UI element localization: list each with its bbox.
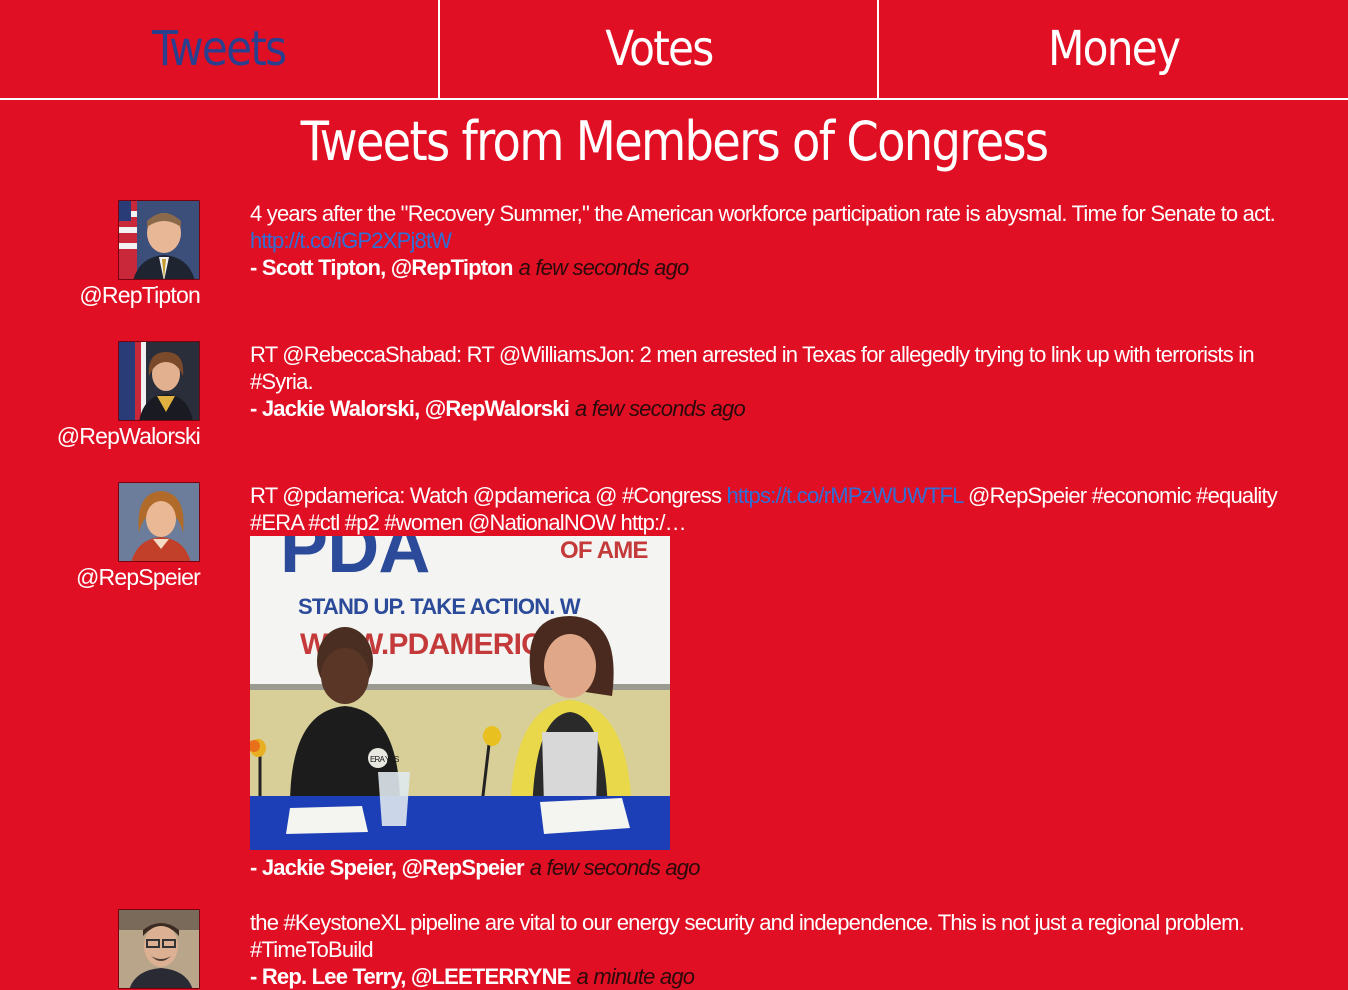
page-title: Tweets from Members of Congress xyxy=(300,110,1049,173)
tweet-timestamp: a few seconds ago xyxy=(518,255,690,280)
tweet-text: RT @RebeccaShabad: RT @WilliamsJon: 2 me… xyxy=(250,342,1255,394)
author-handle[interactable]: @RepTipton xyxy=(79,282,200,309)
banner-logo-text: PDA xyxy=(280,536,430,588)
tweet-timestamp: a few seconds ago xyxy=(529,855,701,880)
author-handle[interactable]: @RepSpeier xyxy=(76,564,201,591)
avatar-image xyxy=(119,910,199,988)
tab-tweets[interactable]: Tweets xyxy=(152,0,287,98)
avatar-image xyxy=(119,483,199,561)
tweet-byline: - Jackie Walorski, @RepWalorski a few sec… xyxy=(250,395,1320,422)
tab-money-wrapper[interactable]: Money xyxy=(879,0,1348,98)
top-nav: Tweets Votes Money xyxy=(0,0,1348,100)
avatar-image xyxy=(119,201,199,279)
tweet-content: RT @RebeccaShabad: RT @WilliamsJon: 2 me… xyxy=(250,341,1320,422)
tweet-text: RT @pdamerica: Watch @pdamerica @ #Congr… xyxy=(250,482,1320,536)
tweet-media-image[interactable]: PDA OF AME STAND UP. TAKE ACTION. W WWW.… xyxy=(250,536,670,850)
tweet-author[interactable]: - Scott Tipton, @RepTipton xyxy=(250,255,513,280)
tweet-link[interactable]: http://t.co/iGP2XPj8tW xyxy=(250,227,1320,254)
tab-votes-wrapper[interactable]: Votes xyxy=(440,0,879,98)
banner-of-text: OF AME xyxy=(560,537,648,564)
avatar[interactable] xyxy=(118,341,200,421)
tweet-text-part: RT @pdamerica: Watch @pdamerica @ #Congr… xyxy=(250,483,727,508)
tab-money[interactable]: Money xyxy=(1048,0,1181,98)
tweet-content: 4 years after the "Recovery Summer," the… xyxy=(250,200,1320,281)
author-handle[interactable]: @RepWalorski xyxy=(57,423,201,450)
tweet-author[interactable]: - Jackie Speier, @RepSpeier xyxy=(250,855,525,880)
tweet-content: RT @pdamerica: Watch @pdamerica @ #Congr… xyxy=(250,482,1320,881)
tweet-byline: - Rep. Lee Terry, @LEETERRYNE a minute ag… xyxy=(250,963,1320,990)
tweet-text: the #KeystoneXL pipeline are vital to ou… xyxy=(250,910,1245,962)
tweet-link[interactable]: https://t.co/rMPzWUWTFL xyxy=(726,483,963,508)
avatar[interactable] xyxy=(118,909,200,989)
avatar[interactable] xyxy=(118,482,200,562)
tab-tweets-wrapper[interactable]: Tweets xyxy=(0,0,440,98)
tweet-author[interactable]: - Rep. Lee Terry, @LEETERRYNE xyxy=(250,964,571,989)
media-button-text: ERA YES xyxy=(370,755,399,764)
tweet-byline: - Jackie Speier, @RepSpeier a few seconds… xyxy=(250,854,1320,881)
tab-votes[interactable]: Votes xyxy=(605,0,714,98)
tweet-byline: - Scott Tipton, @RepTipton a few seconds … xyxy=(250,254,1320,281)
avatar[interactable] xyxy=(118,200,200,280)
tweet-timestamp: a minute ago xyxy=(576,964,695,989)
tweet-text: 4 years after the "Recovery Summer," the… xyxy=(250,201,1276,226)
media-photo: PDA OF AME STAND UP. TAKE ACTION. W WWW.… xyxy=(250,536,670,850)
tweet-content: the #KeystoneXL pipeline are vital to ou… xyxy=(250,909,1320,990)
banner-line1-text: STAND UP. TAKE ACTION. W xyxy=(298,594,581,619)
avatar-image xyxy=(119,342,199,420)
tweet-timestamp: a few seconds ago xyxy=(575,396,746,421)
tweet-author[interactable]: - Jackie Walorski, @RepWalorski xyxy=(250,396,570,421)
